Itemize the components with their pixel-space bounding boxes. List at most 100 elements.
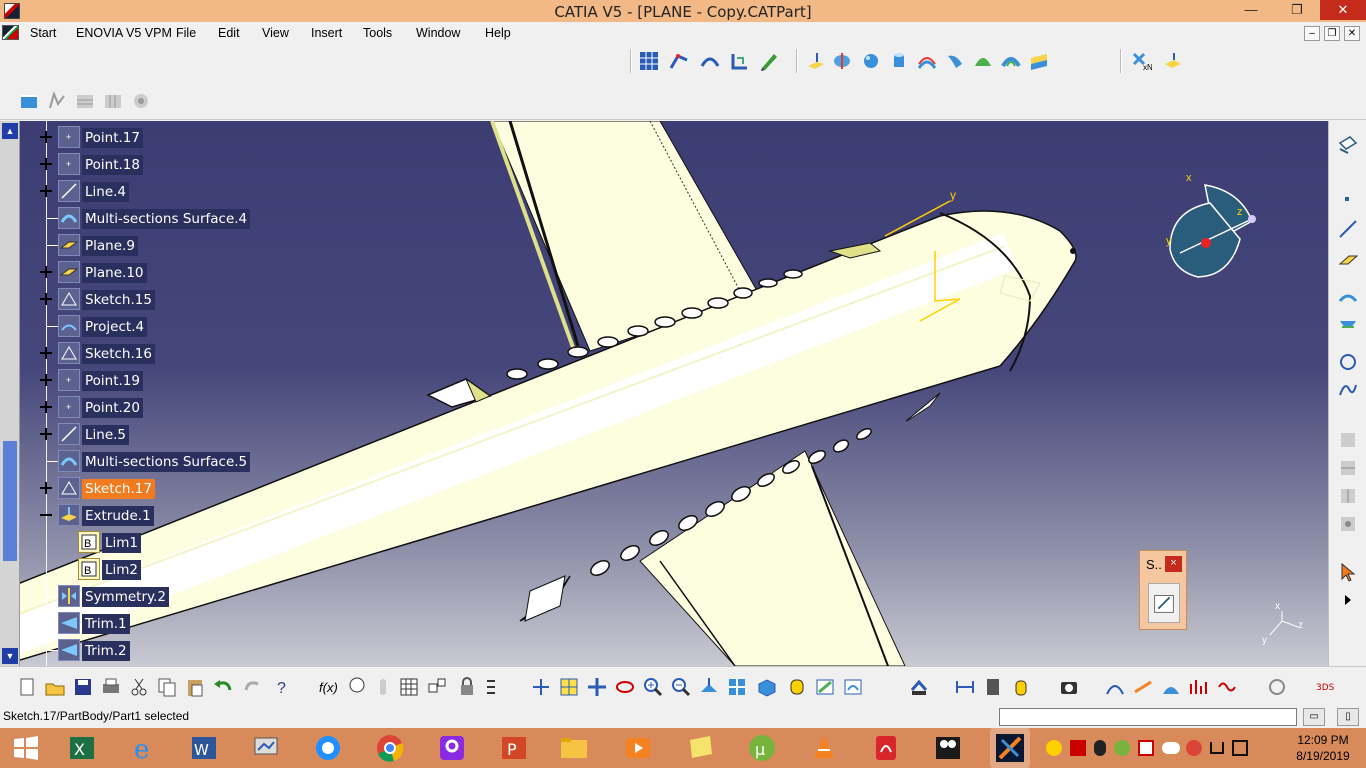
sketcher-grid-icon[interactable] bbox=[638, 50, 660, 72]
tree-item-label[interactable]: Point.18 bbox=[82, 155, 143, 175]
new-file-icon[interactable] bbox=[16, 676, 38, 698]
arc-tool-icon[interactable] bbox=[699, 50, 721, 72]
tree-item-label[interactable]: Point.19 bbox=[82, 371, 143, 391]
tree-item[interactable]: Line.5 bbox=[20, 423, 280, 445]
catia-taskbar-icon[interactable] bbox=[990, 728, 1030, 768]
hide-show-icon[interactable] bbox=[814, 676, 836, 698]
extrude-icon[interactable] bbox=[58, 504, 80, 526]
update-icon[interactable] bbox=[908, 676, 930, 698]
tree-item-label[interactable]: Lim1 bbox=[102, 533, 142, 553]
whats-this-icon[interactable]: ? bbox=[272, 676, 294, 698]
close-button[interactable]: ✕ bbox=[1320, 0, 1366, 20]
collapse-icon[interactable] bbox=[40, 509, 52, 521]
tree-item[interactable]: Line.4 bbox=[20, 180, 280, 202]
sync-app-icon[interactable] bbox=[312, 732, 344, 764]
expand-icon[interactable] bbox=[40, 401, 52, 413]
tree-item[interactable]: Sketch.16 bbox=[20, 342, 280, 364]
tree-item[interactable]: Sketch.15 bbox=[20, 288, 280, 310]
tree-item[interactable]: Plane.9 bbox=[20, 234, 280, 256]
repetition-tool-icon[interactable]: xN bbox=[1130, 50, 1153, 72]
media-player-icon[interactable] bbox=[622, 732, 654, 764]
formula-icon[interactable]: f(x) bbox=[318, 676, 340, 698]
tree-item-label[interactable]: Trim.2 bbox=[82, 641, 130, 661]
ops-tool-1-icon[interactable] bbox=[1337, 429, 1359, 451]
design-table-icon[interactable] bbox=[372, 676, 394, 698]
tree-item-label[interactable]: Line.4 bbox=[82, 182, 130, 202]
start-menu-icon[interactable] bbox=[2, 25, 19, 40]
spline-tool-icon[interactable] bbox=[1337, 379, 1359, 401]
analysis-tool-3-icon[interactable] bbox=[102, 90, 124, 112]
save-icon[interactable] bbox=[72, 676, 94, 698]
onedrive-icon[interactable] bbox=[1162, 742, 1180, 754]
battery-icon[interactable] bbox=[1232, 740, 1248, 756]
intersection-tool-icon[interactable] bbox=[1337, 315, 1359, 337]
point-icon[interactable]: + bbox=[58, 153, 80, 175]
menu-edit[interactable]: Edit bbox=[218, 26, 240, 40]
tree-item-label[interactable]: Symmetry.2 bbox=[82, 587, 169, 607]
analysis-1-icon[interactable] bbox=[1104, 676, 1126, 698]
point-icon[interactable]: + bbox=[58, 396, 80, 418]
doc-minimize-button[interactable]: – bbox=[1304, 26, 1320, 41]
lock-icon[interactable] bbox=[456, 676, 478, 698]
tree-item[interactable]: Project.4 bbox=[20, 315, 280, 337]
measure-item-icon[interactable] bbox=[982, 676, 1004, 698]
show-hidden-icons[interactable] bbox=[1210, 742, 1224, 754]
catalog-icon[interactable] bbox=[426, 676, 448, 698]
menu-insert[interactable]: Insert bbox=[311, 26, 342, 40]
multi-sections-surface-icon[interactable] bbox=[58, 450, 80, 472]
expand-icon[interactable] bbox=[40, 158, 52, 170]
command-input[interactable] bbox=[999, 708, 1297, 726]
tray-utorrent-icon[interactable] bbox=[1114, 740, 1130, 756]
tray-app-2-icon[interactable] bbox=[1070, 740, 1086, 756]
ops-tool-4-icon[interactable] bbox=[1337, 513, 1359, 535]
point-icon[interactable]: + bbox=[58, 126, 80, 148]
isometric-view-icon[interactable] bbox=[756, 676, 778, 698]
plane-icon[interactable] bbox=[58, 261, 80, 283]
expand-icon[interactable] bbox=[40, 482, 52, 494]
pan-icon[interactable] bbox=[586, 676, 608, 698]
tree-item-label[interactable]: Plane.10 bbox=[82, 263, 147, 283]
menu-window[interactable]: Window bbox=[416, 26, 460, 40]
swap-visible-icon[interactable] bbox=[842, 676, 864, 698]
tree-item-label[interactable]: Multi-sections Surface.4 bbox=[82, 209, 251, 229]
analysis-tool-2-icon[interactable] bbox=[74, 90, 96, 112]
tree-item[interactable]: Symmetry.2 bbox=[20, 585, 280, 607]
point-icon[interactable] bbox=[1337, 189, 1359, 211]
capture-icon[interactable] bbox=[1058, 676, 1080, 698]
expand-icon[interactable] bbox=[40, 374, 52, 386]
sphere-surface-icon[interactable] bbox=[860, 50, 882, 72]
tree-item[interactable]: Trim.2 bbox=[20, 639, 280, 661]
doc-restore-button[interactable]: ❐ bbox=[1324, 26, 1340, 41]
tree-item[interactable]: B Lim1 bbox=[20, 531, 280, 553]
undo-icon[interactable] bbox=[212, 676, 234, 698]
select-cursor-icon[interactable] bbox=[1337, 561, 1359, 583]
network-icon[interactable] bbox=[250, 732, 282, 764]
fit-all-icon[interactable] bbox=[558, 676, 580, 698]
status-button-1[interactable]: ▭ bbox=[1303, 708, 1325, 726]
expand-icon[interactable] bbox=[40, 347, 52, 359]
analysis-5-icon[interactable] bbox=[1216, 676, 1238, 698]
sketch-icon[interactable] bbox=[58, 477, 80, 499]
analysis-2-icon[interactable] bbox=[1132, 676, 1154, 698]
normal-view-icon[interactable] bbox=[698, 676, 720, 698]
tree-item[interactable]: B Lim2 bbox=[20, 558, 280, 580]
zoom-in-icon[interactable] bbox=[642, 676, 664, 698]
vlc-icon[interactable] bbox=[808, 732, 840, 764]
windows-start-icon[interactable] bbox=[10, 732, 42, 764]
menu-file[interactable]: File bbox=[176, 26, 196, 40]
mass-properties-icon[interactable] bbox=[1010, 676, 1032, 698]
tree-item-label[interactable]: Sketch.16 bbox=[82, 344, 155, 364]
shading-icon[interactable] bbox=[786, 676, 808, 698]
tree-item-label[interactable]: Lim2 bbox=[102, 560, 142, 580]
sweep-surface-icon[interactable] bbox=[944, 50, 966, 72]
redo-icon[interactable] bbox=[242, 676, 264, 698]
profile-tool-icon[interactable] bbox=[729, 50, 751, 72]
knowledge-icon[interactable] bbox=[346, 676, 368, 698]
internet-explorer-icon[interactable]: e bbox=[128, 732, 160, 765]
chrome-icon[interactable] bbox=[374, 732, 406, 764]
tree-item[interactable]: Sketch.17 bbox=[20, 477, 280, 499]
menu-start[interactable]: Start bbox=[27, 26, 59, 40]
tools-palette-icon[interactable] bbox=[484, 676, 506, 698]
tree-item[interactable]: Multi-sections Surface.4 bbox=[20, 207, 280, 229]
pencil-tool-icon[interactable] bbox=[758, 50, 780, 72]
